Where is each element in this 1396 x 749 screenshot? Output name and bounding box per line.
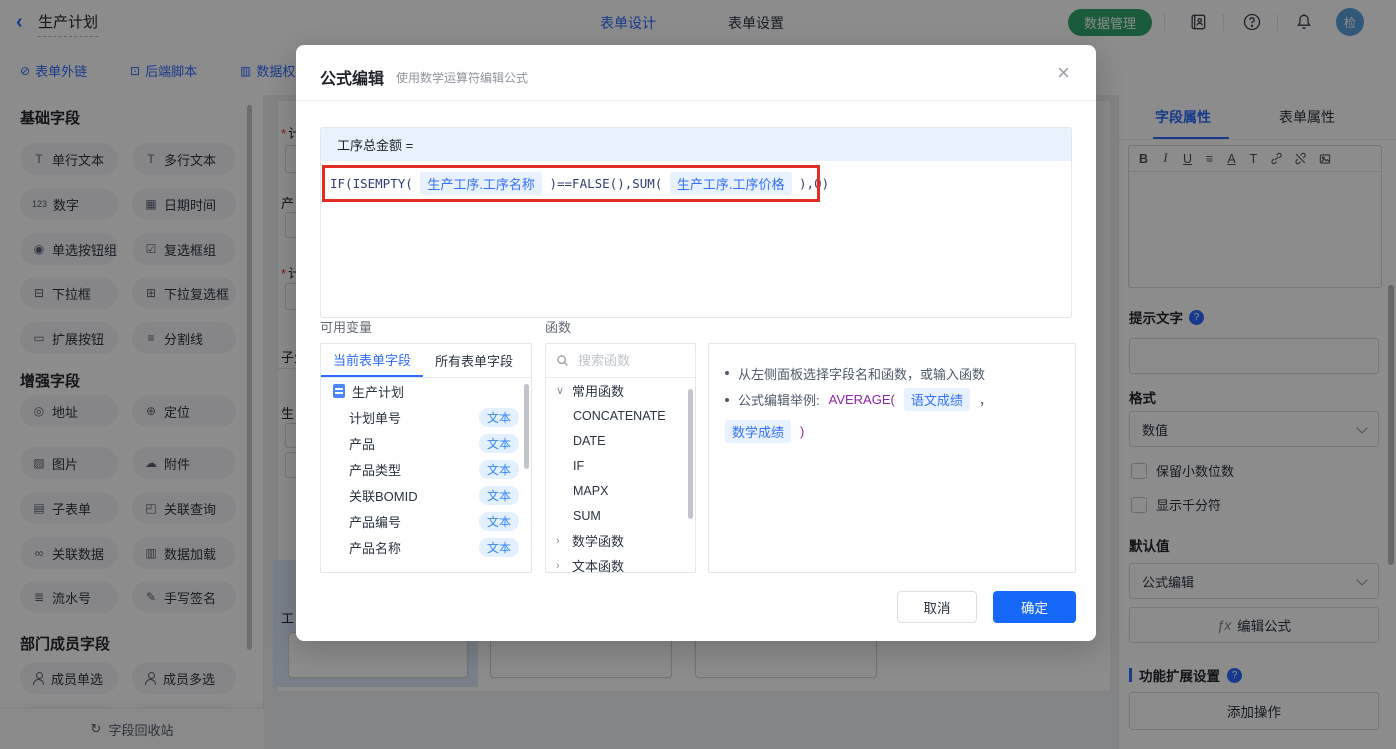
variable-row[interactable]: 计划单号 文本 — [321, 404, 531, 430]
hint-example-line: 公式编辑举例: AVERAGE( 语文成绩 ， 数学成绩 ) — [725, 388, 1059, 443]
variable-row[interactable]: 产品 文本 — [321, 430, 531, 456]
variable-row[interactable]: 产品类型 文本 — [321, 456, 531, 482]
formula-edit-modal: 公式编辑 使用数学运算符编辑公式 × 工序总金额 = IF(ISEMPTY( 生… — [296, 45, 1096, 641]
variables-tabs: 当前表单字段 所有表单字段 — [321, 344, 531, 378]
type-badge: 文本 — [478, 433, 519, 453]
chevron-right-icon: › — [556, 559, 560, 572]
functions-panel: ∨ 常用函数 CONCATENATE DATE IF MAPX SUM › 数学… — [545, 343, 696, 574]
type-badge: 文本 — [478, 511, 519, 531]
function-group-text[interactable]: › 文本函数 — [546, 553, 695, 578]
tab-all-form-fields[interactable]: 所有表单字段 — [423, 344, 525, 377]
functions-label: 函数 — [545, 320, 572, 335]
formula-code: IF(ISEMPTY( — [330, 176, 421, 191]
formula-editor[interactable]: 工序总金额 = — [320, 127, 1072, 318]
formula-target-bar: 工序总金额 = — [321, 128, 1071, 161]
field-chip[interactable]: 生产工序.工序价格 — [669, 172, 792, 195]
functions-scrollbar[interactable] — [688, 389, 693, 519]
modal-subtitle: 使用数学运算符编辑公式 — [396, 71, 529, 85]
type-badge: 文本 — [478, 485, 519, 505]
variables-scrollbar[interactable] — [524, 384, 529, 469]
variable-tree-root[interactable]: 生产计划 — [321, 378, 531, 404]
field-chip[interactable]: 生产工序.工序名称 — [420, 172, 542, 195]
field-chip: 语文成绩 — [903, 388, 970, 411]
confirm-button[interactable]: 确定 — [993, 591, 1076, 623]
type-badge: 文本 — [478, 537, 519, 557]
type-badge: 文本 — [478, 459, 519, 479]
hint-line: 从左侧面板选择字段名和函数，或输入函数 — [725, 358, 1059, 388]
function-search-input[interactable] — [576, 352, 680, 369]
formula-code: )==FALSE(),SUM( — [541, 176, 670, 191]
field-chip: 数学成绩 — [725, 420, 792, 443]
variable-row[interactable]: 产品名称 文本 — [321, 534, 531, 560]
variable-row[interactable]: 关联BOMID 文本 — [321, 482, 531, 508]
variables-panel: 当前表单字段 所有表单字段 生产计划 计划单号 文本 产品 文本 产品类型 文本 关联… — [320, 343, 532, 573]
app-root: ‹ 生产计划 表单设计 表单设置 数据管理 检 ⊘ 表单外链 ⊡ 后端脚本 ▥ … — [0, 0, 1396, 749]
function-item[interactable]: DATE — [546, 428, 695, 453]
cancel-button[interactable]: 取消 — [897, 591, 977, 623]
function-item[interactable]: CONCATENATE — [546, 403, 695, 428]
variables-label: 可用变量 — [320, 320, 373, 335]
formula-code: ),0) — [791, 176, 830, 191]
tab-current-form-fields[interactable]: 当前表单字段 — [321, 344, 424, 377]
hints-panel: 从左侧面板选择字段名和函数，或输入函数 公式编辑举例: AVERAGE( 语文成… — [708, 343, 1076, 573]
form-doc-icon — [333, 384, 345, 398]
close-icon[interactable]: × — [1057, 60, 1070, 86]
function-group-common[interactable]: ∨ 常用函数 — [546, 378, 695, 403]
function-search[interactable] — [546, 344, 695, 378]
chevron-right-icon: › — [556, 534, 560, 547]
divider — [296, 100, 1096, 101]
bullet — [725, 397, 729, 402]
chevron-down-icon: ∨ — [556, 385, 565, 397]
function-item[interactable]: MAPX — [546, 478, 695, 503]
function-item[interactable]: IF — [546, 453, 695, 478]
function-item[interactable]: SUM — [546, 503, 695, 528]
formula-expression[interactable]: IF(ISEMPTY( 生产工序.工序名称 )==FALSE(),SUM( 生产… — [330, 172, 829, 195]
example-function: AVERAGE( — [828, 392, 895, 407]
type-badge: 文本 — [478, 407, 519, 427]
bullet — [725, 371, 729, 375]
search-icon — [557, 355, 568, 366]
function-group-math[interactable]: › 数学函数 — [546, 528, 695, 553]
modal-title: 公式编辑 — [320, 71, 385, 88]
variable-row[interactable]: 产品编号 文本 — [321, 508, 531, 534]
